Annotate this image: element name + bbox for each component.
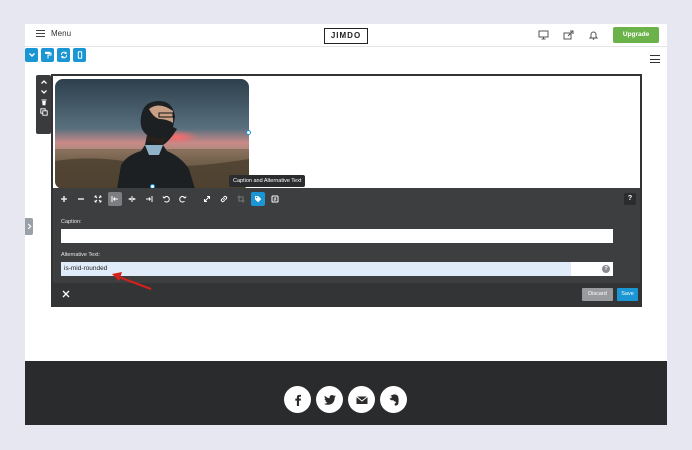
chevron-right-icon xyxy=(27,223,32,230)
save-button[interactable]: Save xyxy=(617,288,638,301)
alt-text-highlight xyxy=(61,262,571,276)
facebook-link[interactable] xyxy=(284,386,311,413)
caption-label: Caption: xyxy=(61,219,82,225)
browser-frame: Menu JIMDO Upgrade Caption and Alternati… xyxy=(25,24,667,425)
top-bar: Menu JIMDO Upgrade xyxy=(25,24,667,47)
desktop-preview-icon[interactable] xyxy=(538,30,549,40)
discard-button[interactable]: Discard xyxy=(582,288,613,301)
fit-icon xyxy=(94,195,102,203)
share-icon[interactable] xyxy=(563,30,574,40)
image-editor: Caption and Alternative Text ? Caption: xyxy=(51,74,642,307)
swap-image-icon xyxy=(271,195,279,203)
link-icon xyxy=(220,195,228,203)
element-move-tools xyxy=(36,75,51,134)
expand-button[interactable] xyxy=(200,192,214,206)
align-right-icon xyxy=(146,196,153,202)
rotate-left-button[interactable] xyxy=(159,192,173,206)
hamburger-icon xyxy=(36,30,45,37)
rotate-right-icon xyxy=(179,195,187,203)
jimdo-logo[interactable]: JIMDO xyxy=(324,28,368,44)
fit-button[interactable] xyxy=(91,192,105,206)
upgrade-button[interactable]: Upgrade xyxy=(613,27,659,43)
paint-roller-icon xyxy=(44,51,51,59)
swap-image-button[interactable] xyxy=(268,192,282,206)
menu-label: Menu xyxy=(51,29,72,38)
align-center-icon xyxy=(128,196,136,202)
portrait-photo[interactable] xyxy=(55,79,249,189)
rotate-right-button[interactable] xyxy=(176,192,190,206)
link-button[interactable] xyxy=(217,192,231,206)
image-toolbar xyxy=(57,192,282,206)
crop-icon xyxy=(237,195,245,203)
copy-icon[interactable] xyxy=(39,108,48,116)
mode-bar xyxy=(25,48,86,62)
top-icons xyxy=(538,30,599,40)
mail-icon xyxy=(355,395,368,404)
zoom-out-button[interactable] xyxy=(74,192,88,206)
mail-link[interactable] xyxy=(348,386,375,413)
close-icon[interactable] xyxy=(61,289,71,299)
alt-text-value: is-mid-rounded xyxy=(64,265,108,272)
crop-button[interactable] xyxy=(234,192,248,206)
caption-input[interactable] xyxy=(61,229,613,243)
align-center-button[interactable] xyxy=(125,192,139,206)
tag-icon xyxy=(255,196,262,203)
twitter-icon xyxy=(323,394,336,405)
mode-button-mobile[interactable] xyxy=(73,48,86,62)
chevron-down-icon xyxy=(28,53,35,57)
zoom-out-icon xyxy=(78,198,84,200)
resize-handle-right[interactable] xyxy=(246,130,251,135)
photo-image xyxy=(55,79,249,189)
evernote-link[interactable] xyxy=(380,386,407,413)
mode-button-design[interactable] xyxy=(41,48,54,62)
mode-button-navigation[interactable] xyxy=(25,48,38,62)
move-down-icon[interactable] xyxy=(40,88,48,96)
mode-button-sync[interactable] xyxy=(57,48,70,62)
alt-text-help-icon[interactable]: ? xyxy=(602,265,610,273)
move-up-icon[interactable] xyxy=(40,78,48,86)
evernote-icon xyxy=(389,393,399,406)
site-footer xyxy=(25,361,667,425)
menu-button[interactable]: Menu xyxy=(36,29,71,38)
expand-icon xyxy=(204,196,210,202)
help-button[interactable]: ? xyxy=(624,193,636,205)
trash-icon[interactable] xyxy=(40,98,48,106)
align-right-button[interactable] xyxy=(142,192,156,206)
page-menu-icon[interactable] xyxy=(650,55,660,63)
rotate-left-icon xyxy=(162,195,170,203)
align-left-button[interactable] xyxy=(108,192,122,206)
sync-icon xyxy=(60,51,67,59)
bell-icon[interactable] xyxy=(588,30,599,40)
sidebar-toggle[interactable] xyxy=(25,218,33,235)
facebook-icon xyxy=(294,394,301,406)
twitter-link[interactable] xyxy=(316,386,343,413)
zoom-in-icon xyxy=(61,196,67,202)
image-settings-panel: ? Caption: Alternative Text: is-mid-roun… xyxy=(53,188,640,305)
tooltip: Caption and Alternative Text xyxy=(229,175,306,187)
zoom-in-button[interactable] xyxy=(57,192,71,206)
alt-text-input[interactable]: is-mid-rounded ? xyxy=(61,262,613,276)
mobile-icon xyxy=(77,51,82,59)
caption-alt-text-button[interactable] xyxy=(251,192,265,206)
panel-footer: Discard Save xyxy=(53,283,640,305)
alt-text-label: Alternative Text: xyxy=(61,252,101,258)
social-icons xyxy=(284,386,407,413)
align-left-icon xyxy=(111,196,118,202)
